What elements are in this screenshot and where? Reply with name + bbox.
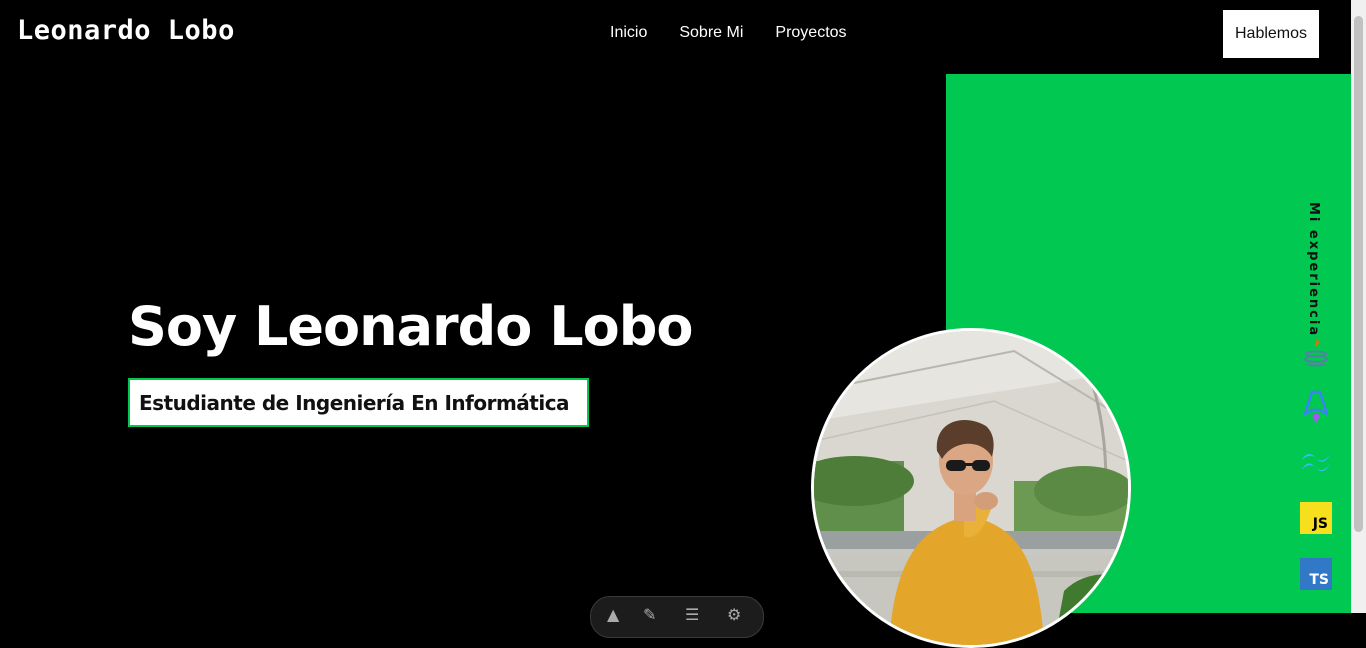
hero-subtitle: Estudiante de Ingeniería En Informática xyxy=(139,390,570,415)
toolbar-text-icon[interactable]: ▲ xyxy=(607,605,619,624)
hero-title: Soy Leonardo Lobo xyxy=(128,295,693,358)
nav-link-inicio[interactable]: Inicio xyxy=(610,24,647,42)
scrollbar-thumb[interactable] xyxy=(1354,16,1363,532)
typescript-icon-text: TS xyxy=(1309,572,1329,588)
page-scrollbar[interactable] xyxy=(1351,0,1366,613)
hablemos-button[interactable]: Hablemos xyxy=(1223,10,1319,58)
nav-link-sobre-mi[interactable]: Sobre Mi xyxy=(679,24,743,42)
toolbar-gear-icon[interactable]: ⚙ xyxy=(727,605,741,624)
main-nav: Inicio Sobre Mi Proyectos xyxy=(610,24,847,42)
experience-label: Mi experiencia xyxy=(1306,202,1321,338)
tailwind-icon xyxy=(1300,446,1332,478)
toolbar-menu-icon[interactable]: ☰ xyxy=(685,605,699,624)
javascript-icon: JS xyxy=(1300,502,1332,534)
floating-toolbar: ▲ ✎ ☰ ⚙ xyxy=(590,596,764,638)
java-icon xyxy=(1300,335,1332,367)
top-navbar: Leonardo Lobo Inicio Sobre Mi Proyectos … xyxy=(0,0,1351,70)
astro-icon xyxy=(1300,390,1332,423)
profile-photo xyxy=(811,328,1131,648)
hero-subtitle-box: Estudiante de Ingeniería En Informática xyxy=(128,378,589,427)
typescript-icon: TS xyxy=(1300,558,1332,590)
site-brand[interactable]: Leonardo Lobo xyxy=(17,15,235,46)
nav-link-proyectos[interactable]: Proyectos xyxy=(775,24,846,42)
javascript-icon-text: JS xyxy=(1312,516,1328,532)
toolbar-tool-icon[interactable]: ✎ xyxy=(643,605,656,624)
